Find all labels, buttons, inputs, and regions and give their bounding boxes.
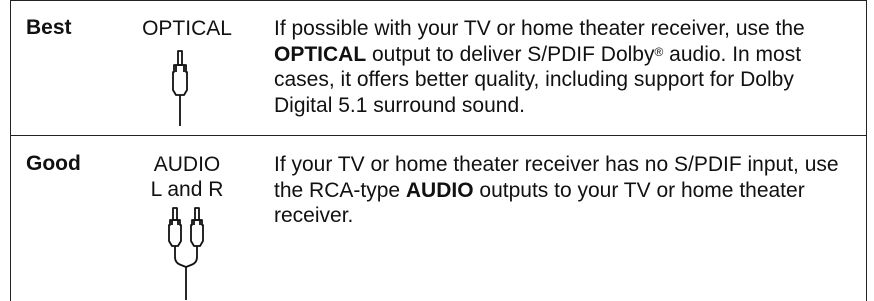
desc-text-2: output to deliver S/PDIF Dolby (366, 42, 655, 66)
table-row-best: Best OPTICAL If possible with your TV or… (10, 0, 867, 135)
connector-line: AUDIO (153, 153, 221, 176)
table-row-good: Good AUDIO L and R If your TV or home th… (10, 136, 867, 301)
rating-label: Good (26, 152, 81, 175)
desc-text-1: If possible with your TV or home theater… (274, 17, 805, 40)
desc-strong: OPTICAL (274, 42, 367, 66)
row-description: If your TV or home theater receiver has … (274, 152, 844, 229)
optical-plug-icon (172, 50, 188, 126)
connector-name: AUDIO L and R (127, 152, 247, 202)
connector-name: OPTICAL (127, 16, 247, 41)
connector-line: OPTICAL (142, 17, 232, 40)
desc-strong: AUDIO (405, 178, 474, 202)
connector-line: L and R (150, 178, 224, 201)
row-description: If possible with your TV or home theater… (274, 16, 844, 118)
rca-stereo-plug-icon (168, 207, 204, 300)
registered-mark: ® (654, 44, 664, 59)
rating-label: Best (26, 16, 72, 39)
